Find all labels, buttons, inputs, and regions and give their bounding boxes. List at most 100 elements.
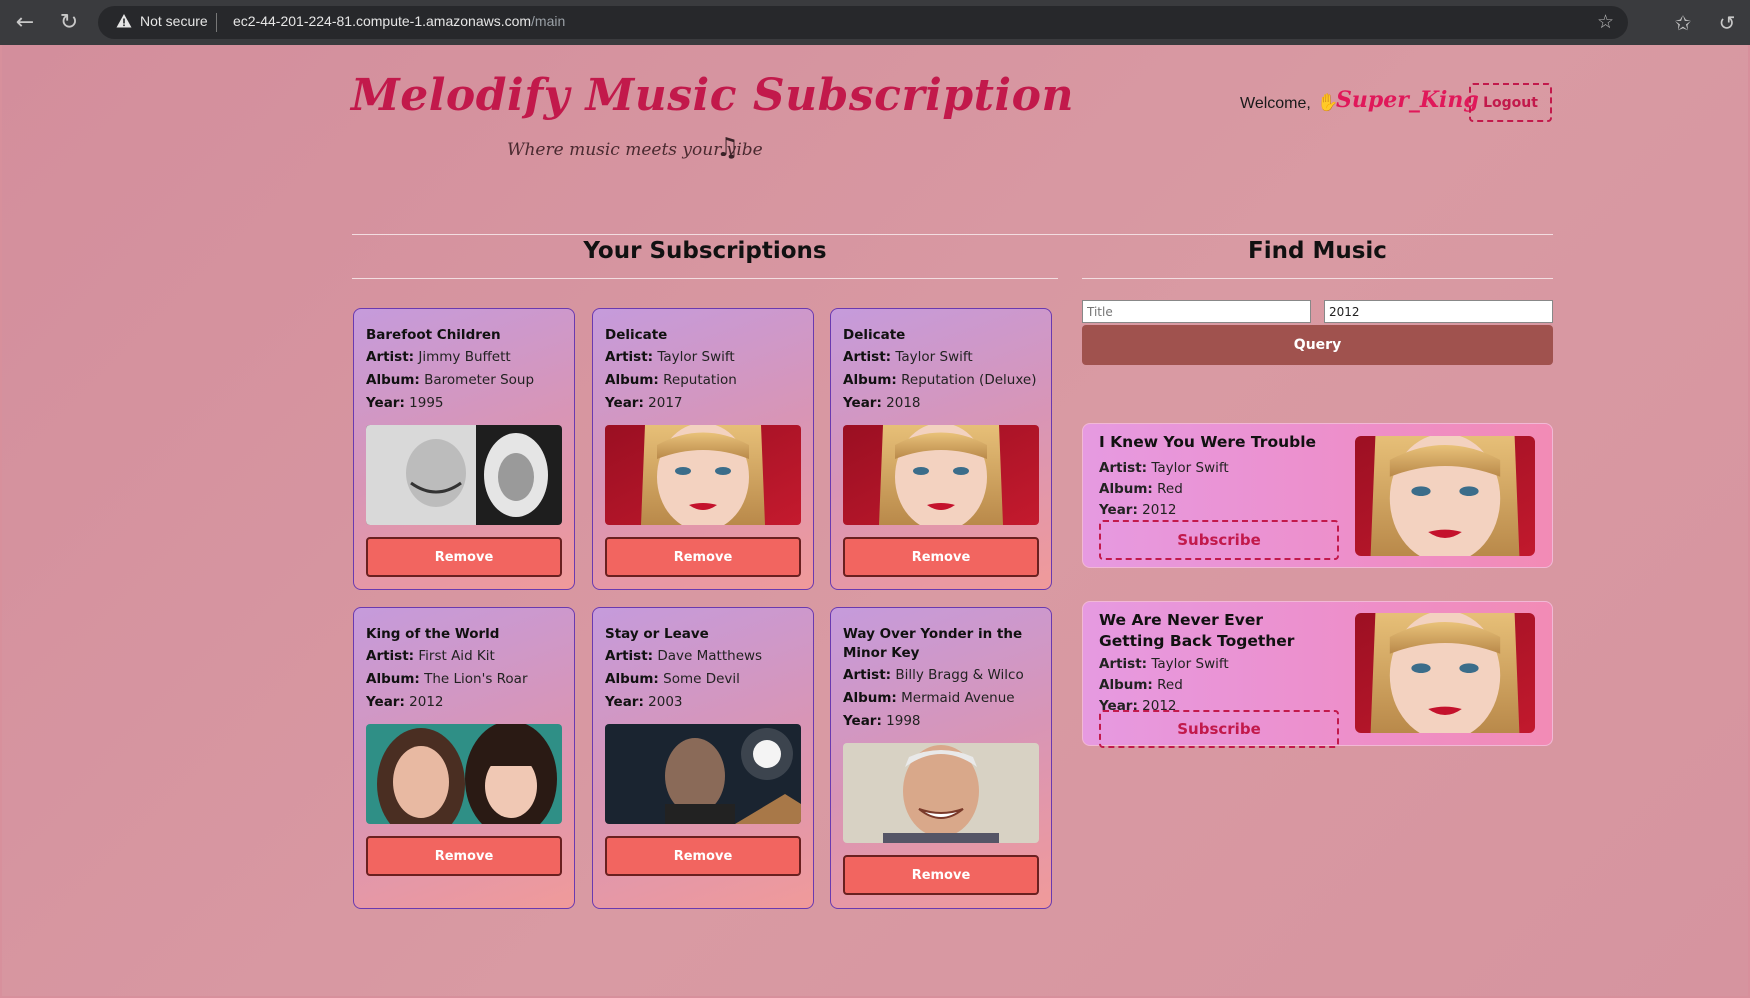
album-value: Mermaid Avenue [901,690,1015,706]
album-label: Album: [1099,481,1153,497]
artist-photo [843,425,1039,525]
artist-photo [843,743,1039,843]
search-result-card: We Are Never Ever Getting Back Together … [1082,601,1553,748]
welcome-text: Welcome, [1240,95,1311,112]
year-value: 1998 [886,713,921,729]
artist-value: Taylor Swift [1151,460,1229,476]
album-line: Album: Red [1099,481,1183,497]
title-search-input[interactable] [1082,300,1311,323]
album-line: Album: Reputation [605,372,737,388]
year-line: Year: 2012 [1099,502,1177,518]
album-label: Album: [843,690,897,706]
year-value: 2003 [648,694,683,710]
album-line: Album: Some Devil [605,671,740,687]
logout-button[interactable]: Logout [1469,83,1552,122]
waving-hand-icon: ✋ [1317,93,1339,113]
song-title: Way Over Yonder in the Minor Key [843,626,1023,661]
year-value: 1995 [409,395,444,411]
artist-photo [366,425,562,525]
warning-icon [116,14,132,28]
history-icon[interactable]: ↺ [1712,8,1742,38]
album-label: Album: [366,372,420,388]
artist-line: Artist: Billy Bragg & Wilco [843,667,1024,683]
subscriptions-divider [352,278,1058,279]
subscription-card: Way Over Yonder in the Minor Key Artist:… [830,607,1052,909]
subscription-card: Stay or Leave Artist: Dave Matthews Albu… [592,607,814,909]
music-note-icon: ♫ [716,133,740,163]
browser-toolbar: ← ↻ Not secure ec2-44-201-224-81.compute… [0,0,1750,45]
remove-button[interactable]: Remove [843,537,1039,577]
album-value: Reputation [663,372,737,388]
remove-button[interactable]: Remove [366,537,562,577]
artist-label: Artist: [843,349,892,365]
remove-button[interactable]: Remove [605,537,801,577]
album-line: Album: Red [1099,677,1183,693]
url-text[interactable]: ec2-44-201-224-81.compute-1.amazonaws.co… [233,13,565,29]
remove-button[interactable]: Remove [366,836,562,876]
artist-line: Artist: First Aid Kit [366,648,495,664]
url-host: ec2-44-201-224-81.compute-1.amazonaws.co… [233,13,532,29]
artist-line: Artist: Taylor Swift [1099,656,1229,672]
subscribe-button[interactable]: Subscribe [1099,520,1339,560]
artist-label: Artist: [843,667,892,683]
favorites-icon[interactable]: ✩ [1668,8,1698,38]
subscribe-button[interactable]: Subscribe [1099,710,1339,748]
year-value: 2017 [648,395,683,411]
year-line: Year: 2018 [843,395,921,411]
search-result-card: I Knew You Were Trouble Artist: Taylor S… [1082,423,1553,568]
artist-value: Taylor Swift [657,349,735,365]
artist-value: Taylor Swift [895,349,973,365]
year-line: Year: 2003 [605,694,683,710]
album-line: Album: Reputation (Deluxe) [843,372,1036,388]
year-search-input[interactable] [1324,300,1553,323]
year-line: Year: 1998 [843,713,921,729]
song-title: Stay or Leave [605,626,709,642]
year-label: Year: [605,694,644,710]
year-value: 2012 [1142,502,1177,518]
artist-line: Artist: Taylor Swift [1099,460,1229,476]
url-path: /main [531,13,566,29]
artist-line: Artist: Taylor Swift [843,349,973,365]
username: Super_King [1336,87,1479,113]
album-value: Some Devil [663,671,740,687]
artist-value: Taylor Swift [1151,656,1229,672]
artist-value: First Aid Kit [418,648,495,664]
back-arrow-icon[interactable]: ← [10,8,40,38]
artist-value: Dave Matthews [657,648,763,664]
year-value: 2018 [886,395,921,411]
reload-icon[interactable]: ↻ [54,8,84,38]
bookmark-star-icon[interactable]: ☆ [1597,11,1614,33]
year-value: 2012 [409,694,444,710]
artist-label: Artist: [605,349,654,365]
year-label: Year: [843,713,882,729]
site-title: Melodify Music Subscription [351,70,1074,121]
year-label: Year: [366,395,405,411]
album-label: Album: [1099,677,1153,693]
year-line: Year: 1995 [366,395,444,411]
address-bar[interactable]: Not secure ec2-44-201-224-81.compute-1.a… [98,6,1628,39]
artist-label: Artist: [605,648,654,664]
song-title: Barefoot Children [366,327,501,343]
artist-label: Artist: [366,349,415,365]
artist-photo [605,425,801,525]
subscription-card: Barefoot Children Artist: Jimmy Buffett … [353,308,575,590]
artist-label: Artist: [1099,656,1148,672]
album-line: Album: Barometer Soup [366,372,534,388]
result-song-title: I Knew You Were Trouble [1099,433,1317,451]
query-button[interactable]: Query [1082,325,1553,365]
remove-button[interactable]: Remove [605,836,801,876]
album-value: Red [1157,481,1183,497]
artist-photo [1355,613,1535,733]
album-label: Album: [843,372,897,388]
security-label[interactable]: Not secure [140,13,208,29]
album-value: Red [1157,677,1183,693]
year-line: Year: 2012 [366,694,444,710]
album-label: Album: [366,671,420,687]
song-title: King of the World [366,626,500,642]
album-line: Album: The Lion's Roar [366,671,528,687]
album-label: Album: [605,372,659,388]
artist-line: Artist: Taylor Swift [605,349,735,365]
subscription-card: Delicate Artist: Taylor Swift Album: Rep… [592,308,814,590]
remove-button[interactable]: Remove [843,855,1039,895]
artist-value: Jimmy Buffett [418,349,511,365]
